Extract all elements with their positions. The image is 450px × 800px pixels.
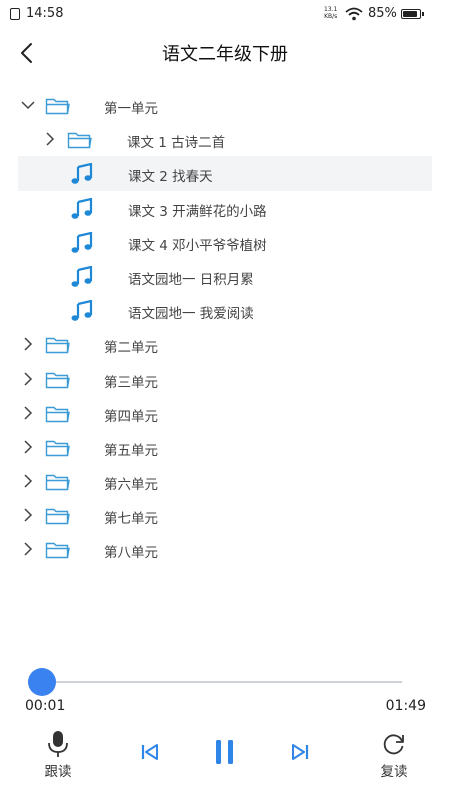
progress-track[interactable] — [40, 681, 402, 683]
music-note-icon — [71, 231, 93, 253]
unit-label: 第三单元 — [104, 374, 158, 391]
audio-label: 课文 3 开满鲜花的小路 — [128, 203, 267, 220]
pause-icon[interactable] — [213, 738, 237, 766]
music-note-icon — [71, 300, 93, 321]
unit-row[interactable]: 第二单元 — [0, 327, 450, 361]
folder-icon — [45, 406, 70, 422]
unit-label: 第六单元 — [104, 477, 158, 494]
chevron-right-icon[interactable] — [20, 336, 36, 352]
folder-icon — [45, 509, 70, 525]
chevron-right-icon[interactable] — [20, 473, 36, 489]
unit-row[interactable]: 第八单元 — [0, 532, 450, 566]
status-time: 14:58 — [26, 6, 64, 21]
wifi-icon — [345, 7, 363, 21]
unit-row[interactable]: 第四单元 — [0, 396, 450, 430]
unit-label: 第二单元 — [104, 340, 158, 357]
repeat-icon — [383, 734, 404, 755]
audio-row[interactable]: 课文 4 邓小平爷爷植树 — [0, 225, 450, 259]
unit-label: 第四单元 — [104, 408, 158, 425]
unit-label: 第一单元 — [104, 101, 158, 117]
lesson-row-1[interactable]: 课文 1 古诗二首 — [0, 122, 450, 156]
folder-icon — [45, 474, 70, 491]
total-time: 01:49 — [385, 698, 426, 714]
repeat-button[interactable]: 复读 — [376, 730, 412, 780]
network-speed: 13.1 KB/s — [324, 6, 337, 20]
unit-row[interactable]: 第三单元 — [0, 362, 450, 396]
music-note-icon — [71, 163, 93, 185]
audio-label: 语文园地一 我爱阅读 — [128, 306, 254, 323]
sim-icon — [10, 8, 20, 20]
next-icon[interactable] — [290, 742, 310, 762]
follow-read-button[interactable]: 跟读 — [40, 730, 76, 780]
music-note-icon — [71, 197, 93, 219]
chevron-right-icon[interactable] — [20, 507, 36, 523]
network-speed-unit: KB/s — [324, 13, 338, 20]
microphone-icon — [48, 731, 68, 757]
unit-label: 第七单元 — [104, 511, 158, 528]
unit-row[interactable]: 第七单元 — [0, 498, 450, 532]
folder-icon — [45, 338, 70, 354]
chevron-right-icon[interactable] — [20, 371, 36, 387]
unit-row[interactable]: 第五单元 — [0, 430, 450, 464]
audio-label: 课文 2 找春天 — [128, 169, 213, 186]
unit-label: 第八单元 — [104, 545, 158, 562]
audio-row[interactable]: 语文园地一 我爱阅读 — [0, 293, 450, 327]
chevron-right-icon[interactable] — [20, 405, 36, 421]
progress-thumb[interactable] — [27, 668, 56, 696]
follow-read-label: 跟读 — [44, 764, 72, 780]
battery-percent: 85% — [368, 6, 397, 21]
music-note-icon — [71, 265, 93, 287]
folder-open-icon — [67, 132, 92, 149]
folder-icon — [45, 440, 70, 457]
chevron-right-icon[interactable] — [20, 541, 36, 557]
page-title: 语文二年级下册 — [162, 44, 288, 65]
chevron-down-icon[interactable] — [20, 97, 36, 113]
unit-row[interactable]: 第六单元 — [0, 464, 450, 498]
current-time: 00:01 — [25, 698, 66, 714]
audio-label: 课文 4 邓小平爷爷植树 — [128, 237, 267, 254]
chevron-right-icon[interactable] — [42, 131, 58, 147]
unit-row-1[interactable]: 第一单元 — [0, 88, 450, 122]
folder-icon — [45, 543, 70, 559]
player-controls: 跟读 复读 — [0, 730, 450, 790]
chevron-right-icon[interactable] — [20, 439, 36, 455]
previous-icon[interactable] — [140, 742, 160, 762]
repeat-label: 复读 — [380, 764, 408, 780]
audio-row[interactable]: 语文园地一 日积月累 — [0, 259, 450, 293]
header: 语文二年级下册 — [0, 30, 450, 76]
lesson-label: 课文 1 古诗二首 — [127, 135, 226, 152]
audio-row-active[interactable]: 课文 2 找春天 — [18, 156, 432, 191]
lesson-tree: 第一单元 课文 1 古诗二首 课文 2 找春天 课文 3 开满鲜花的小路 课文 … — [0, 88, 450, 567]
folder-icon — [45, 372, 70, 388]
folder-open-icon — [45, 98, 70, 115]
audio-row[interactable]: 课文 3 开满鲜花的小路 — [0, 191, 450, 225]
audio-label: 语文园地一 日积月累 — [128, 271, 254, 288]
battery-icon — [401, 9, 424, 19]
status-bar: 14:58 13.1 KB/s 85% — [0, 0, 450, 28]
unit-label: 第五单元 — [104, 442, 158, 459]
network-speed-value: 13.1 — [324, 6, 338, 13]
